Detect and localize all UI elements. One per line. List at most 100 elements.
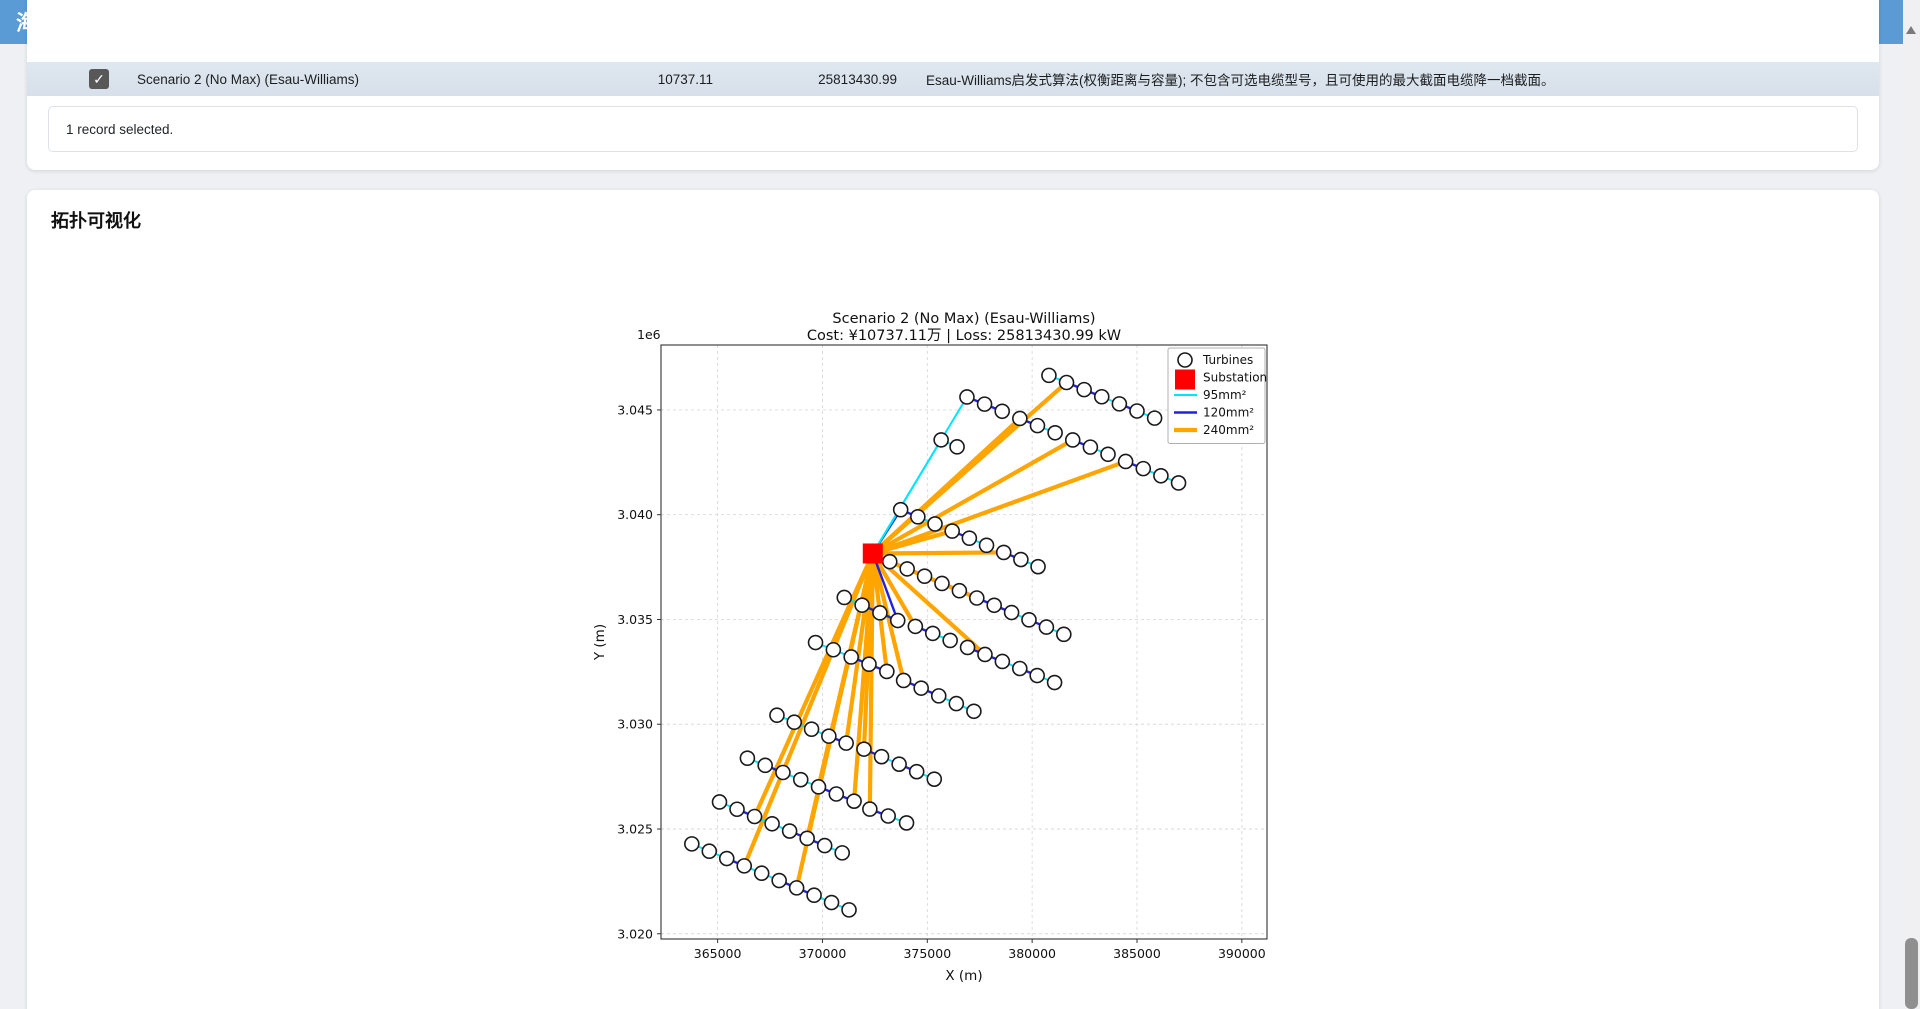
selection-summary: 1 record selected.: [48, 106, 1858, 152]
turbine-marker: [730, 802, 744, 816]
turbine-marker: [934, 433, 948, 447]
turbine-marker: [713, 795, 727, 809]
turbine-marker: [807, 888, 821, 902]
turbine-marker: [1039, 620, 1053, 634]
turbine-marker: [995, 404, 1009, 418]
scrollbar[interactable]: [1903, 0, 1920, 1009]
turbine-marker: [862, 657, 876, 671]
turbine-marker: [842, 903, 856, 917]
turbine-marker: [748, 810, 762, 824]
turbine-marker: [932, 689, 946, 703]
legend-label: 95mm²: [1203, 388, 1247, 402]
legend-substation-icon: [1175, 370, 1195, 390]
x-tick-label: 370000: [799, 946, 847, 961]
turbine-marker: [1112, 397, 1126, 411]
page: 海上风电场集电线路设计优化系统 v1.0 Wind Farm Collector…: [0, 0, 1920, 1009]
turbine-marker: [910, 765, 924, 779]
turbine-marker: [997, 545, 1011, 559]
turbine-marker: [949, 697, 963, 711]
turbine-marker: [1030, 669, 1044, 683]
turbine-marker: [1130, 404, 1144, 418]
turbine-marker: [935, 576, 949, 590]
turbine-marker: [1048, 676, 1062, 690]
y-tick-label: 3.020: [617, 926, 653, 941]
turbine-marker: [758, 758, 772, 772]
legend-turbine-icon: [1178, 353, 1192, 367]
turbine-marker: [880, 664, 894, 678]
turbine-marker: [685, 837, 699, 851]
turbine-marker: [826, 643, 840, 657]
y-tick-label: 3.025: [617, 822, 653, 837]
turbine-marker: [900, 816, 914, 830]
turbine-marker: [978, 397, 992, 411]
y-tick-label: 3.035: [617, 612, 653, 627]
turbine-marker: [1013, 411, 1027, 425]
y-tick-label: 3.030: [617, 717, 653, 732]
turbine-marker: [1048, 426, 1062, 440]
x-tick-label: 365000: [694, 946, 742, 961]
cable-240mm2: [870, 553, 873, 809]
x-tick-label: 390000: [1218, 946, 1266, 961]
turbine-marker: [740, 751, 754, 765]
turbine-marker: [839, 736, 853, 750]
section-title: 拓扑可视化: [51, 207, 141, 233]
turbine-marker: [967, 704, 981, 718]
legend-label: 240mm²: [1203, 423, 1254, 437]
turbine-marker: [987, 598, 1001, 612]
turbine-marker: [805, 722, 819, 736]
turbine-marker: [809, 636, 823, 650]
turbine-marker: [770, 708, 784, 722]
turbine-marker: [772, 874, 786, 888]
turbine-marker: [881, 809, 895, 823]
turbine-marker: [855, 598, 869, 612]
turbine-marker: [1101, 447, 1115, 461]
cost-cell: 10737.11: [567, 72, 713, 87]
turbine-marker: [928, 517, 942, 531]
turbine-marker: [737, 859, 751, 873]
turbine-marker: [961, 640, 975, 654]
turbine-marker: [897, 673, 911, 687]
scroll-up-arrow[interactable]: [1906, 26, 1916, 34]
turbine-marker: [829, 787, 843, 801]
legend-label: Turbines: [1202, 353, 1253, 367]
selection-summary-text: 1 record selected.: [66, 122, 173, 137]
results-card: ✓ Scenario 2 (No Max) (Esau-Williams) 10…: [27, 0, 1879, 170]
turbine-marker: [1022, 613, 1036, 627]
turbine-marker: [873, 606, 887, 620]
y-axis-offset-label: 1e6: [637, 327, 661, 342]
turbine-marker: [894, 503, 908, 517]
turbine-marker: [945, 524, 959, 538]
turbine-marker: [1154, 469, 1168, 483]
turbine-marker: [911, 510, 925, 524]
topology-card: 拓扑可视化 Scenario 2 (No Max) (Esau-Williams…: [27, 190, 1879, 1009]
scrollbar-thumb[interactable]: [1905, 938, 1918, 1009]
turbine-marker: [1060, 376, 1074, 390]
description-cell: Esau-Williams启发式算法(权衡距离与容量); 不包含可选电缆型号，且…: [926, 69, 1555, 89]
turbine-marker: [980, 538, 994, 552]
turbine-marker: [952, 584, 966, 598]
x-tick-label: 385000: [1113, 946, 1161, 961]
turbine-marker: [1005, 606, 1019, 620]
turbine-marker: [978, 647, 992, 661]
legend-label: Substation: [1203, 371, 1267, 385]
turbine-marker: [908, 619, 922, 633]
table-row-selected[interactable]: ✓ Scenario 2 (No Max) (Esau-Williams) 10…: [27, 62, 1879, 96]
turbine-marker: [825, 896, 839, 910]
turbine-marker: [720, 852, 734, 866]
turbine-marker: [857, 742, 871, 756]
y-axis-label: Y (m): [592, 624, 608, 661]
turbine-marker: [847, 794, 861, 808]
turbine-marker: [892, 757, 906, 771]
turbine-marker: [1031, 560, 1045, 574]
cable-240mm2: [744, 553, 873, 865]
turbine-marker: [1148, 411, 1162, 425]
x-tick-label: 375000: [903, 946, 951, 961]
plot-subtitle: Cost: ¥10737.11万 | Loss: 25813430.99 kW: [807, 328, 1121, 344]
scenario-name-cell: Scenario 2 (No Max) (Esau-Williams): [137, 72, 359, 87]
turbine-marker: [1172, 476, 1186, 490]
row-checkbox[interactable]: ✓: [89, 69, 109, 89]
turbine-marker: [1077, 383, 1091, 397]
x-tick-label: 380000: [1008, 946, 1056, 961]
turbine-marker: [950, 440, 964, 454]
turbine-marker: [927, 772, 941, 786]
